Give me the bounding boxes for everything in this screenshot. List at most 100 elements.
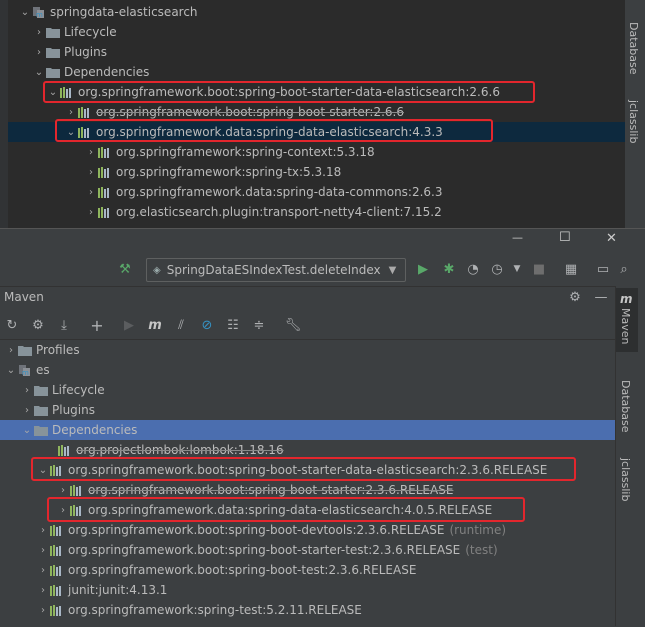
collapse-all-icon[interactable]: ≑ <box>250 316 268 334</box>
run-maven-icon[interactable]: ▶ <box>120 316 138 334</box>
chevron-right-icon[interactable]: › <box>84 167 98 178</box>
chevron-down-icon[interactable]: ⌄ <box>20 425 34 436</box>
dep-row[interactable]: › org.springframework.boot:spring-boot-s… <box>36 540 498 560</box>
library-icon <box>98 166 112 178</box>
folder-icon <box>18 344 32 356</box>
folder-icon <box>46 26 60 38</box>
highlight-box <box>43 81 535 103</box>
run-config-select[interactable]: ◈ SpringDataESIndexTest.deleteIndex ▼ <box>146 258 406 282</box>
chevron-right-icon[interactable]: › <box>32 27 46 38</box>
generate-sources-icon[interactable]: ⚙ <box>29 316 47 334</box>
skip-tests-icon[interactable]: ⊘ <box>198 316 216 334</box>
maximize-button[interactable]: ☐ <box>559 230 571 245</box>
chevron-down-icon[interactable]: ⌄ <box>4 365 18 376</box>
top-tree-dependencies[interactable]: ⌄ Dependencies <box>32 62 150 82</box>
top-dep-row[interactable]: › org.springframework:spring-tx:5.3.18 <box>84 162 341 182</box>
chevron-right-icon[interactable]: › <box>4 345 18 356</box>
chevron-down-icon: ▼ <box>388 264 397 276</box>
top-dep-row[interactable]: › org.springframework.data:spring-data-c… <box>84 182 443 202</box>
chevron-right-icon[interactable]: › <box>36 525 50 536</box>
chevron-right-icon[interactable]: › <box>36 545 50 556</box>
search-icon[interactable]: ⌕ <box>615 260 633 278</box>
folder-icon <box>46 46 60 58</box>
library-icon <box>50 524 64 536</box>
scope-label: (runtime) <box>449 523 507 537</box>
close-button[interactable]: ✕ <box>606 231 617 246</box>
chevron-right-icon[interactable]: › <box>84 207 98 218</box>
dep-row[interactable]: › org.springframework:spring-test:5.2.11… <box>36 600 362 620</box>
top-tree-root[interactable]: ⌄ m springdata-elasticsearch <box>18 2 198 22</box>
dep-row[interactable]: › junit:junit:4.13.1 <box>36 580 167 600</box>
highlight-box <box>31 457 576 481</box>
reload-icon[interactable]: ↻ <box>3 316 21 334</box>
maven-module-icon: m <box>32 5 46 19</box>
svg-text:m: m <box>22 369 29 377</box>
highlight-box <box>55 119 493 142</box>
chevron-right-icon[interactable]: › <box>36 585 50 596</box>
top-tree-lifecycle[interactable]: › Lifecycle <box>32 22 117 42</box>
chevron-right-icon[interactable]: › <box>20 405 34 416</box>
chevron-right-icon[interactable]: › <box>36 565 50 576</box>
top-tree-plugins[interactable]: › Plugins <box>32 42 107 62</box>
chevron-right-icon[interactable]: › <box>64 107 78 118</box>
show-dependencies-icon[interactable]: ☷ <box>224 316 242 334</box>
library-icon <box>98 146 112 158</box>
chevron-right-icon[interactable]: › <box>84 187 98 198</box>
highlight-box <box>47 497 525 522</box>
download-icon[interactable]: ⤓ <box>55 316 73 334</box>
jclasslib-tab-top[interactable]: jclasslib <box>627 100 640 143</box>
chevron-right-icon[interactable]: › <box>20 385 34 396</box>
wrench-icon[interactable]: 🔧︎ <box>284 316 302 334</box>
profile-icon[interactable]: ◷ <box>488 260 506 278</box>
coverage-icon[interactable]: ◔ <box>464 260 482 278</box>
database-tab[interactable]: Database <box>619 380 632 433</box>
library-icon <box>58 444 72 456</box>
folder-icon <box>34 404 48 416</box>
maven-tree-dependencies[interactable]: ⌄ Dependencies <box>20 420 138 440</box>
maven-tree-lifecycle[interactable]: › Lifecycle <box>20 380 105 400</box>
chevron-right-icon[interactable]: › <box>84 147 98 158</box>
chevron-right-icon[interactable]: › <box>32 47 46 58</box>
minimize-button[interactable]: — <box>512 231 523 244</box>
chevron-down-icon[interactable]: ▼ <box>508 260 526 278</box>
terminal-icon[interactable]: ▭ <box>594 260 612 278</box>
dep-row[interactable]: › org.springframework.boot:spring-boot-t… <box>36 560 416 580</box>
library-icon <box>78 106 92 118</box>
stop-icon[interactable]: ■ <box>530 260 548 278</box>
jclasslib-tab[interactable]: jclasslib <box>619 458 632 501</box>
maven-tree-plugins[interactable]: › Plugins <box>20 400 95 420</box>
library-icon <box>98 206 112 218</box>
hammer-icon[interactable]: ⚒ <box>116 260 134 278</box>
database-tab-top[interactable]: Database <box>627 22 640 75</box>
maven-module-icon: m <box>18 363 32 377</box>
gear-icon[interactable]: ⚙ <box>566 288 584 306</box>
maven-tab[interactable]: Maven <box>619 308 632 344</box>
folder-icon <box>34 384 48 396</box>
chevron-down-icon[interactable]: ⌄ <box>18 7 32 18</box>
svg-text:m: m <box>36 11 43 19</box>
run-icon[interactable]: ▶ <box>414 260 432 278</box>
execute-goal-icon[interactable]: m <box>146 316 164 334</box>
debug-icon[interactable]: ✱ <box>440 260 458 278</box>
maven-tree-profiles[interactable]: › Profiles <box>4 340 80 360</box>
hide-icon[interactable]: — <box>592 288 610 306</box>
library-icon <box>70 484 84 496</box>
maven-title: Maven <box>4 290 44 304</box>
library-icon <box>50 564 64 576</box>
chevron-right-icon[interactable]: › <box>56 485 70 496</box>
maven-m-icon: m <box>620 292 633 306</box>
maven-header <box>0 286 615 312</box>
chevron-right-icon[interactable]: › <box>36 605 50 616</box>
folder-icon <box>46 66 60 78</box>
toggle-offline-icon[interactable]: ⫽ <box>172 316 190 334</box>
test-config-icon: ◈ <box>153 264 161 276</box>
run-config-label: SpringDataESIndexTest.deleteIndex <box>166 263 381 277</box>
project-structure-icon[interactable]: ▦ <box>562 260 580 278</box>
chevron-down-icon[interactable]: ⌄ <box>32 67 46 78</box>
maven-tree-root[interactable]: ⌄ m es <box>4 360 50 380</box>
top-dep-row[interactable]: › org.springframework:spring-context:5.3… <box>84 142 375 162</box>
library-icon <box>98 186 112 198</box>
dep-row[interactable]: › org.springframework.boot:spring-boot-d… <box>36 520 506 540</box>
top-dep-row[interactable]: › org.elasticsearch.plugin:transport-net… <box>84 202 442 222</box>
add-icon[interactable]: + <box>88 316 106 335</box>
